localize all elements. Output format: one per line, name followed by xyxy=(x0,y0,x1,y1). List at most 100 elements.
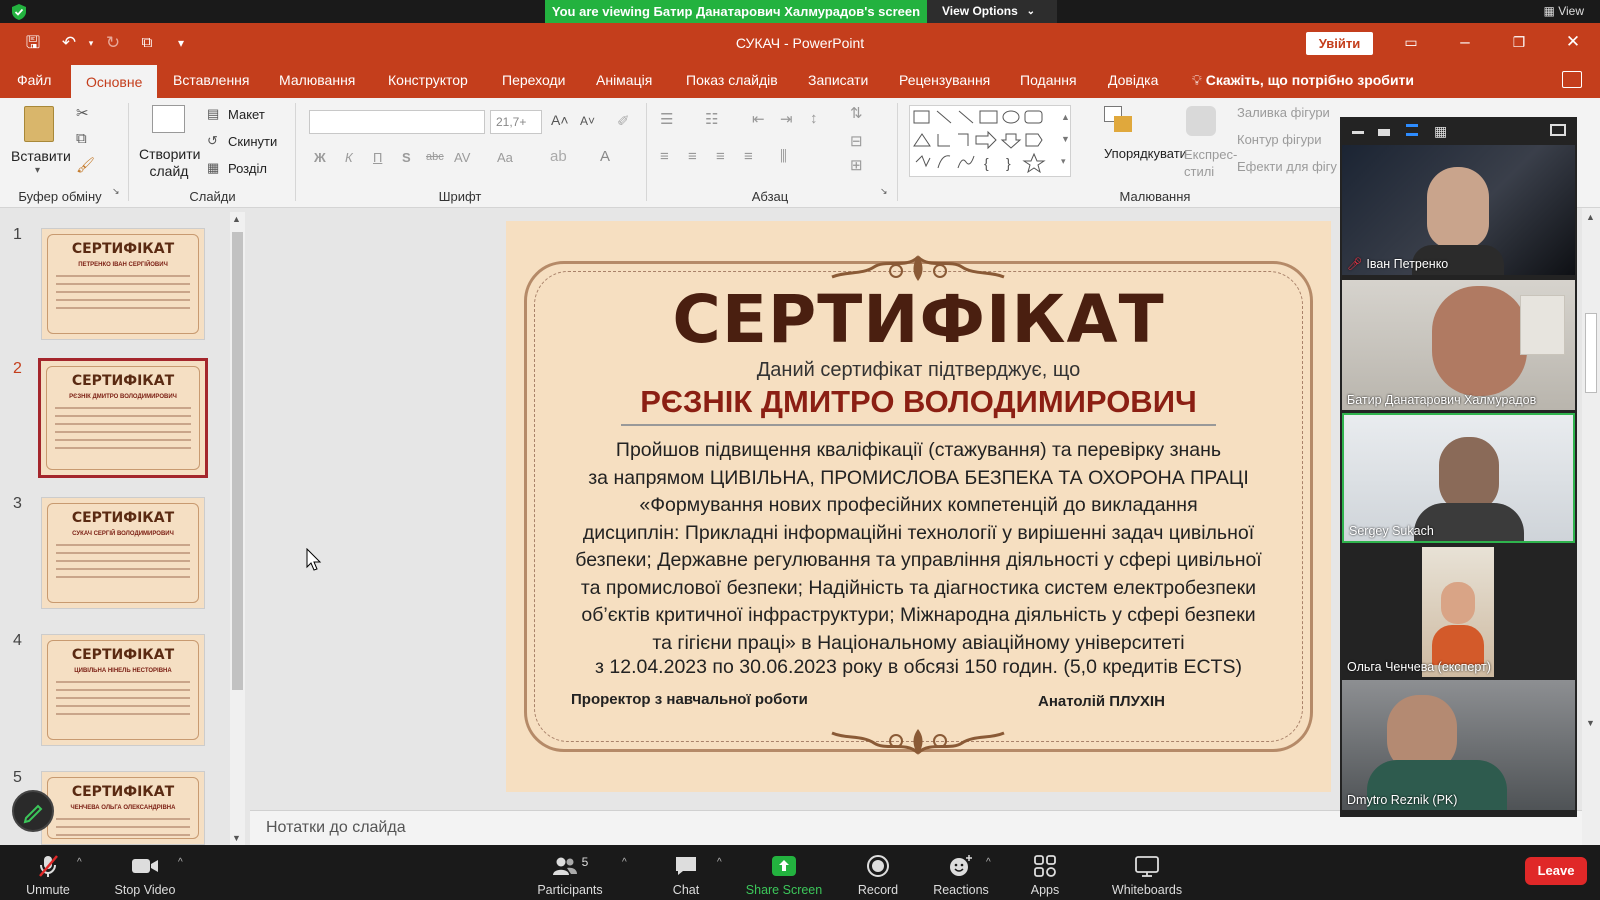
align-center-icon[interactable]: ≡ xyxy=(688,148,697,165)
gallery-down-icon[interactable]: ▼ xyxy=(1061,134,1070,144)
copy-icon[interactable]: ⧉ xyxy=(76,130,87,147)
close-icon[interactable]: ✕ xyxy=(1549,23,1597,63)
quick-styles-button[interactable]: Експрес-стилі xyxy=(1184,146,1237,180)
clipboard-launcher-icon[interactable]: ↘ xyxy=(112,186,120,197)
cut-icon[interactable]: ✂ xyxy=(76,104,89,122)
arrange-icon[interactable] xyxy=(1104,106,1134,136)
char-spacing-button[interactable]: AV xyxy=(454,150,470,165)
line-spacing-icon[interactable]: ↕ xyxy=(810,110,818,127)
apps-button[interactable]: Apps xyxy=(1015,853,1075,897)
audio-options-caret-icon[interactable]: ^ xyxy=(77,857,82,868)
gallery-up-icon[interactable]: ▲ xyxy=(1061,112,1070,122)
section-button[interactable]: Розділ xyxy=(228,161,267,176)
reset-button[interactable]: Скинути xyxy=(228,134,277,149)
restore-icon[interactable]: ❐ xyxy=(1495,23,1543,63)
clear-formatting-icon[interactable]: ✐ xyxy=(617,112,630,130)
tab-design[interactable]: Конструктор xyxy=(388,63,468,98)
tab-record[interactable]: Записати xyxy=(808,63,868,98)
editor-scrollbar[interactable]: ▲ ▼ xyxy=(1582,208,1600,845)
tell-me-search[interactable]: 💡︎ Скажіть, що потрібно зробити xyxy=(1192,63,1414,98)
align-left-icon[interactable]: ≡ xyxy=(660,148,669,165)
strikethrough-button[interactable]: abc xyxy=(426,151,444,163)
scroll-up-icon[interactable]: ▲ xyxy=(232,214,241,224)
scroll-up-icon[interactable]: ▲ xyxy=(1586,212,1595,222)
font-name-input[interactable] xyxy=(309,110,485,134)
minimize-icon[interactable]: – xyxy=(1441,23,1489,63)
scroll-down-icon[interactable]: ▼ xyxy=(1586,718,1595,728)
slide-thumbnail-2[interactable]: СЕРТИФІКАТ РЄЗНІК ДМИТРО ВОЛОДИМИРОВИЧ xyxy=(38,358,208,478)
tab-help[interactable]: Довідка xyxy=(1108,63,1158,98)
format-painter-icon[interactable]: 🖌︎ xyxy=(76,156,95,174)
participant-tile[interactable]: 🎤︎ Іван Петренко xyxy=(1342,145,1575,275)
sign-in-button[interactable]: Увійти xyxy=(1306,32,1373,55)
layout-button[interactable]: Макет xyxy=(228,107,265,122)
minimize-gallery-icon[interactable] xyxy=(1352,131,1364,134)
tab-draw[interactable]: Малювання xyxy=(279,63,355,98)
redo-icon[interactable]: ↻ xyxy=(100,31,126,55)
save-icon[interactable]: 🖫 xyxy=(20,31,46,55)
slide-thumbnail-5[interactable]: СЕРТИФІКАТ ЧЕНЧЕВА ОЛЬГА ОЛЕКСАНДРІВНА xyxy=(41,771,205,845)
participant-tile[interactable]: Dmytro Reznik (PK) xyxy=(1342,680,1575,810)
paragraph-launcher-icon[interactable]: ↘ xyxy=(880,186,888,197)
italic-button[interactable]: К xyxy=(345,150,353,165)
shape-outline-button[interactable]: Контур фігури xyxy=(1237,132,1337,147)
tab-file[interactable]: Файл xyxy=(17,63,51,98)
gallery-more-icon[interactable]: ▾ xyxy=(1061,156,1066,167)
slide-canvas[interactable]: СЕРТИФІКАТ Даний сертифікат підтверджує,… xyxy=(506,221,1331,792)
participant-tile-active-speaker[interactable]: Sergey Sukach xyxy=(1342,413,1575,543)
slide-thumbnail-4[interactable]: СЕРТИФІКАТ ЦИВІЛЬНА НІНЕЛЬ НЕСТОРІВНА xyxy=(41,634,205,746)
new-slide-button[interactable]: Створити слайд xyxy=(139,146,200,180)
tab-animations[interactable]: Анімація xyxy=(596,63,652,98)
tab-slideshow[interactable]: Показ слайдів xyxy=(686,63,778,98)
scroll-down-icon[interactable]: ▼ xyxy=(232,833,241,843)
annotate-pen-button[interactable] xyxy=(12,790,54,832)
participants-button[interactable]: 5 Participants xyxy=(530,853,610,897)
tab-view[interactable]: Подання xyxy=(1020,63,1077,98)
view-options-button[interactable]: View Options ⌄ xyxy=(927,0,1057,23)
tab-review[interactable]: Рецензування xyxy=(899,63,990,98)
bold-button[interactable]: Ж xyxy=(314,150,326,165)
share-screen-button[interactable]: Share Screen xyxy=(738,853,830,897)
comments-icon[interactable] xyxy=(1562,71,1582,88)
shape-effects-button[interactable]: Ефекти для фігур xyxy=(1237,159,1337,174)
slide-thumbnail-3[interactable]: СЕРТИФІКАТ СУКАЧ СЕРГІЙ ВОЛОДИМИРОВИЧ xyxy=(41,497,205,609)
ribbon-display-icon[interactable]: ▭ xyxy=(1387,23,1435,63)
record-button[interactable]: Record xyxy=(848,853,908,897)
shapes-gallery[interactable]: { } xyxy=(909,105,1071,177)
quick-styles-icon[interactable] xyxy=(1186,106,1216,136)
text-direction-icon[interactable]: ⇅ xyxy=(850,104,863,122)
stop-video-button[interactable]: Stop Video xyxy=(105,853,185,897)
increase-indent-icon[interactable]: ⇥ xyxy=(780,110,793,128)
leave-button[interactable]: Leave xyxy=(1525,857,1587,885)
speaker-view-icon[interactable] xyxy=(1406,124,1418,136)
scrollbar-thumb[interactable] xyxy=(1585,313,1597,393)
unmute-button[interactable]: Unmute xyxy=(18,853,78,897)
participants-caret-icon[interactable]: ^ xyxy=(622,857,627,868)
customize-qat-icon[interactable]: ▾ xyxy=(168,31,194,55)
shape-fill-button[interactable]: Заливка фігури xyxy=(1237,105,1337,120)
slide-thumbnail-1[interactable]: СЕРТИФІКАТ ПЕТРЕНКО ІВАН СЕРГІЙОВИЧ xyxy=(41,228,205,340)
change-case-button[interactable]: Aa xyxy=(497,150,513,165)
numbering-icon[interactable]: ☷ xyxy=(705,110,718,128)
decrease-indent-icon[interactable]: ⇤ xyxy=(752,110,765,128)
align-text-icon[interactable]: ⊟ xyxy=(850,132,863,150)
fullscreen-icon[interactable] xyxy=(1550,124,1566,136)
participant-tile[interactable]: Ольга Ченчева (експерт) xyxy=(1342,547,1575,677)
scrollbar-thumb[interactable] xyxy=(232,232,243,690)
tab-transitions[interactable]: Переходи xyxy=(502,63,565,98)
arrange-button[interactable]: Упорядкувати xyxy=(1104,146,1187,161)
paste-button[interactable]: Вставити xyxy=(11,148,71,164)
shadow-button[interactable]: S xyxy=(402,150,411,165)
whiteboards-button[interactable]: Whiteboards xyxy=(1097,853,1197,897)
thumbnail-scrollbar[interactable]: ▲ ▼ xyxy=(230,212,245,845)
chat-button[interactable]: Chat xyxy=(656,853,716,897)
underline-button[interactable]: П xyxy=(373,150,382,165)
bullets-icon[interactable]: ☰ xyxy=(660,110,673,128)
participant-tile[interactable]: Батир Данатарович Халмурадов xyxy=(1342,280,1575,410)
smartart-icon[interactable]: ⊞ xyxy=(850,156,863,174)
reactions-caret-icon[interactable]: ^ xyxy=(986,857,991,868)
tab-home[interactable]: Основне xyxy=(71,63,158,98)
justify-icon[interactable]: ≡ xyxy=(744,148,753,165)
font-color-icon[interactable]: A xyxy=(600,148,610,165)
paste-icon[interactable] xyxy=(24,106,54,142)
